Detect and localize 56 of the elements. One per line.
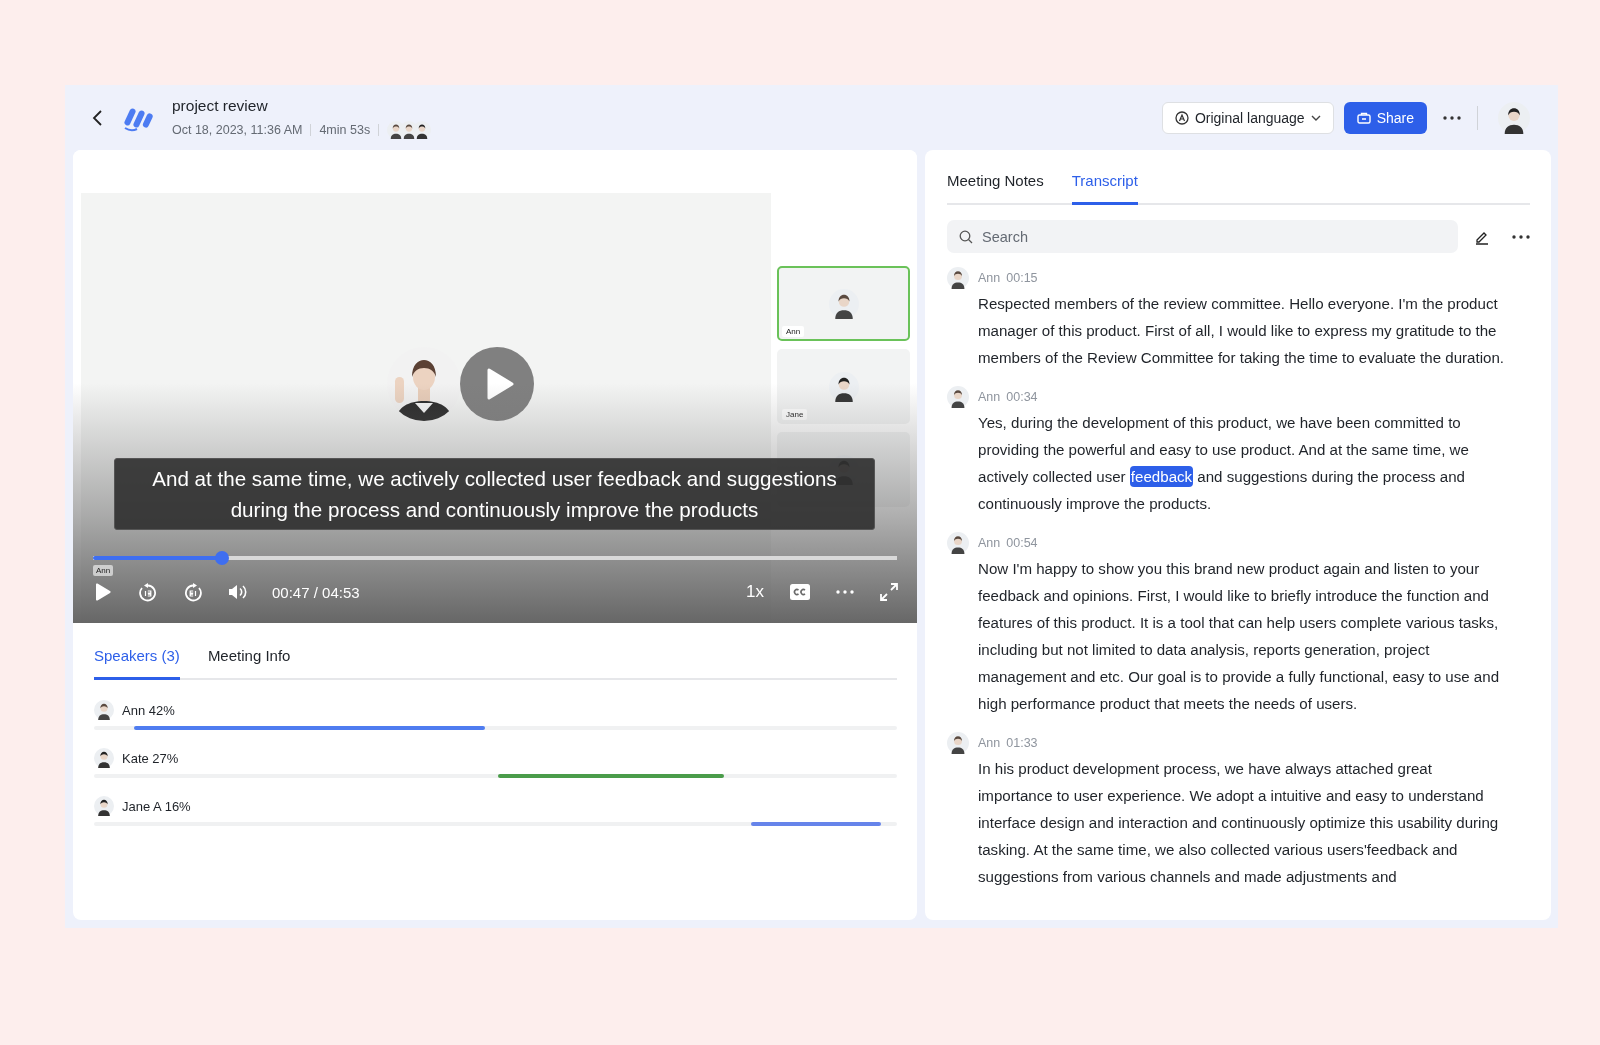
avatar — [947, 732, 969, 754]
timestamp: 00:54 — [1006, 536, 1038, 550]
timestamp: 00:15 — [1006, 271, 1038, 285]
translate-icon — [1174, 110, 1189, 125]
meeting-duration: 4min 53s — [319, 122, 371, 137]
transcript-text: Respected members of the review committee. Hello everyone. I'm the product manager of this product. First of all, I would like to express my gratitude to the members of the Review Committee for taking the time to evaluate the duration. — [978, 294, 1506, 368]
speed-button[interactable]: 1x — [746, 582, 764, 602]
share-icon — [1356, 111, 1371, 124]
speaker-name: Ann — [978, 536, 1001, 550]
chevron-down-icon — [1310, 114, 1321, 121]
meeting-date: Oct 18, 2023, 11:36 AM — [172, 122, 303, 137]
speaker-name: Ann 42% — [122, 702, 175, 718]
speaker-name: Ann — [978, 390, 1001, 404]
captions-icon[interactable] — [790, 584, 810, 600]
tab[interactable]: Meeting Notes — [947, 172, 1044, 205]
speaker-label: Ann — [93, 565, 114, 576]
tab[interactable]: Meeting Info — [207, 647, 291, 680]
share-button[interactable]: Share — [1343, 101, 1427, 134]
more-icon[interactable] — [1443, 115, 1461, 120]
subtitle: And at the same time, we actively collected user feedback and suggestions during the process and continuously improve the products — [114, 458, 875, 530]
volume-icon[interactable] — [228, 583, 248, 601]
avatar — [828, 371, 859, 402]
participant-tile[interactable]: Jane — [777, 349, 910, 424]
meeting-title: project review — [172, 96, 269, 115]
rewind-15-icon[interactable] — [138, 582, 158, 602]
forward-15-icon[interactable] — [183, 582, 203, 602]
language-dropdown[interactable]: Original language — [1161, 101, 1334, 134]
speaker-name: Jane A 16% — [122, 798, 191, 814]
playback-time: 00:47 / 04:53 — [272, 583, 360, 601]
transcript-text: In his product development process, we have always attached great importance to user experience. We adopt a intuitive and easy to understand interface design and interaction and continuously optimize this usability during tasking. At the same time, we also collected various users'feedback and suggestions from various channels and made adjustments and — [978, 759, 1500, 887]
transcript-text: Now I'm happy to show you this brand new product again and listen to your feedback and opinions. First, I would like to briefly introduce the function and features of this product. It is a tool that can help users complete various tasks, including but not limited to data analysis, reports generation, project management and etc. Our goal is to provide a fully functional, easy to use and high performance product that meets the needs of users. — [978, 559, 1501, 714]
timestamp: 01:33 — [1006, 736, 1038, 750]
avatar — [94, 796, 114, 816]
transcript-text: Yes, during the development of this product, we have been committed to providing the powerful and easy to use product. And at the same time, we actively collected user feedback and suggestions during the process and continuously improve the products. — [978, 413, 1470, 514]
avatar — [947, 267, 969, 289]
tile-label: Jane — [782, 409, 808, 420]
timestamp: 00:34 — [1006, 390, 1038, 404]
avatar — [94, 700, 114, 720]
speaker-name: Kate 27% — [122, 750, 179, 766]
speaker-name: Ann — [978, 271, 1001, 285]
avatar — [947, 386, 969, 408]
tab[interactable]: Transcript — [1071, 172, 1138, 205]
more-icon[interactable] — [1512, 234, 1530, 239]
tile-label: Ann — [782, 326, 805, 337]
fullscreen-icon[interactable] — [880, 583, 898, 601]
play-button[interactable] — [460, 347, 534, 421]
back-icon[interactable] — [92, 108, 104, 127]
avatar — [828, 288, 859, 319]
avatar — [1498, 101, 1530, 134]
speaker-name: Ann — [978, 736, 1001, 750]
tab[interactable]: Speakers (3) — [94, 647, 180, 680]
search-field[interactable]: Search — [947, 220, 1458, 253]
avatar — [947, 532, 969, 554]
participant-tile[interactable]: Ann — [777, 266, 910, 341]
avatar — [94, 748, 114, 768]
play-icon[interactable] — [95, 583, 111, 601]
